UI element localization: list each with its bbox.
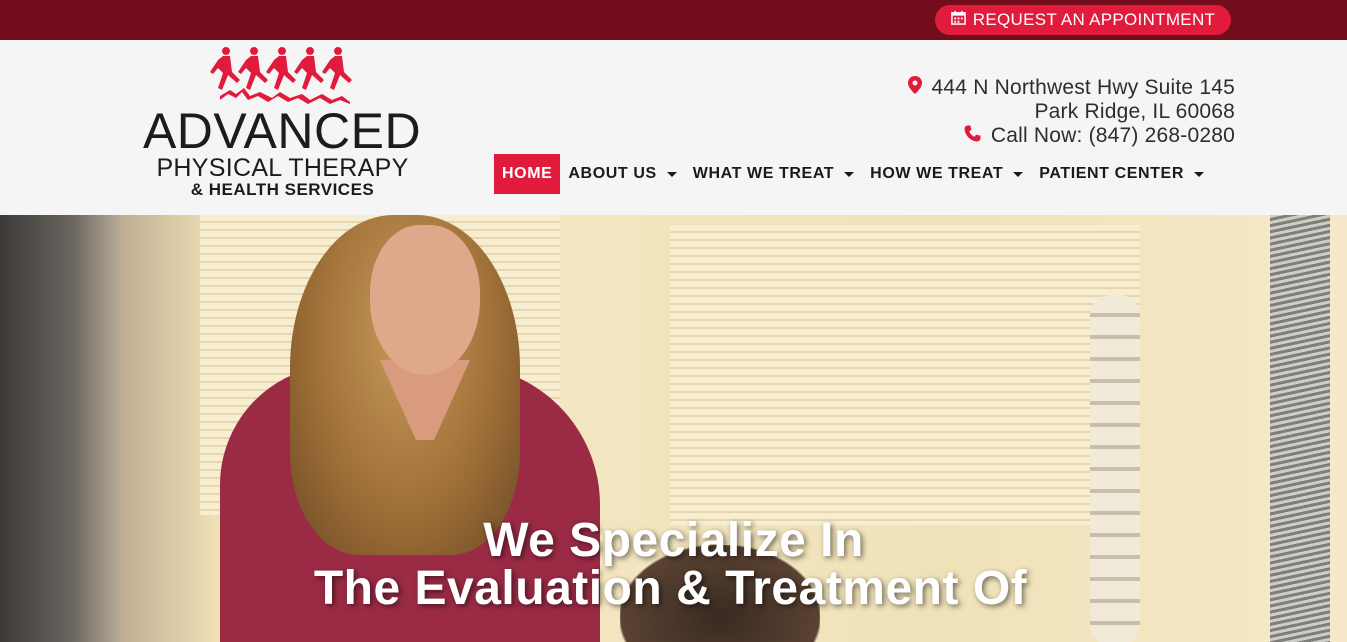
top-bar: REQUEST AN APPOINTMENT [0, 0, 1347, 40]
caret-down-icon [844, 171, 855, 177]
nav-item-home[interactable]: HOME [494, 154, 561, 194]
address-line-1-text: 444 N Northwest Hwy Suite 145 [931, 76, 1235, 99]
nav-item-how-we-treat[interactable]: HOW WE TREAT [862, 154, 1031, 194]
caret-down-icon [1193, 171, 1204, 177]
nav-item-label: WHAT WE TREAT [692, 165, 835, 182]
nav-item-label: PATIENT CENTER [1039, 165, 1184, 182]
address-line-2-text: Park Ridge, IL 60068 [1034, 100, 1235, 123]
main-nav: HOME ABOUT US WHAT WE TREAT HOW WE TREAT… [494, 154, 1212, 194]
hero-banner: We Specialize In The Evaluation & Treatm… [0, 215, 1347, 642]
phone-icon [964, 124, 981, 148]
nav-item-label: ABOUT US [568, 165, 657, 182]
address-line-1[interactable]: 444 N Northwest Hwy Suite 145 [907, 76, 1235, 100]
runners-logo-icon [210, 47, 352, 104]
hero-headline-line-2: The Evaluation & Treatment Of [313, 562, 1028, 615]
request-appointment-label: REQUEST AN APPOINTMENT [972, 10, 1216, 29]
logo-subtitle: PHYSICAL THERAPY [156, 154, 409, 182]
logo-tagline: & HEALTH SERVICES [190, 180, 375, 199]
phone-line[interactable]: Call Now: (847) 268-0280 [908, 124, 1235, 148]
nav-item-what-we-treat[interactable]: WHAT WE TREAT [685, 154, 862, 194]
hero-therapist-face [370, 225, 480, 375]
nav-item-label: HOME [502, 165, 553, 182]
contact-info: 444 N Northwest Hwy Suite 145 Park Ridge… [907, 76, 1235, 148]
nav-item-label: HOW WE TREAT [870, 165, 1004, 182]
request-appointment-button[interactable]: REQUEST AN APPOINTMENT [935, 5, 1231, 35]
hero-headline-line-1: We Specialize In [483, 514, 864, 567]
address-line-2[interactable]: Park Ridge, IL 60068 [908, 100, 1235, 124]
nav-item-about-us[interactable]: ABOUT US [560, 154, 684, 194]
logo-title: ADVANCED [142, 103, 422, 159]
caret-down-icon [1013, 171, 1024, 177]
hero-window-blinds-right [670, 225, 1140, 525]
caret-down-icon [666, 171, 677, 177]
nav-item-patient-center[interactable]: PATIENT CENTER [1031, 154, 1212, 194]
site-header: ADVANCED PHYSICAL THERAPY & HEALTH SERVI… [0, 40, 1347, 215]
map-marker-icon [907, 76, 922, 100]
calendar-icon [950, 10, 966, 30]
phone-text: Call Now: (847) 268-0280 [990, 124, 1235, 147]
site-logo[interactable]: ADVANCED PHYSICAL THERAPY & HEALTH SERVI… [130, 46, 435, 206]
